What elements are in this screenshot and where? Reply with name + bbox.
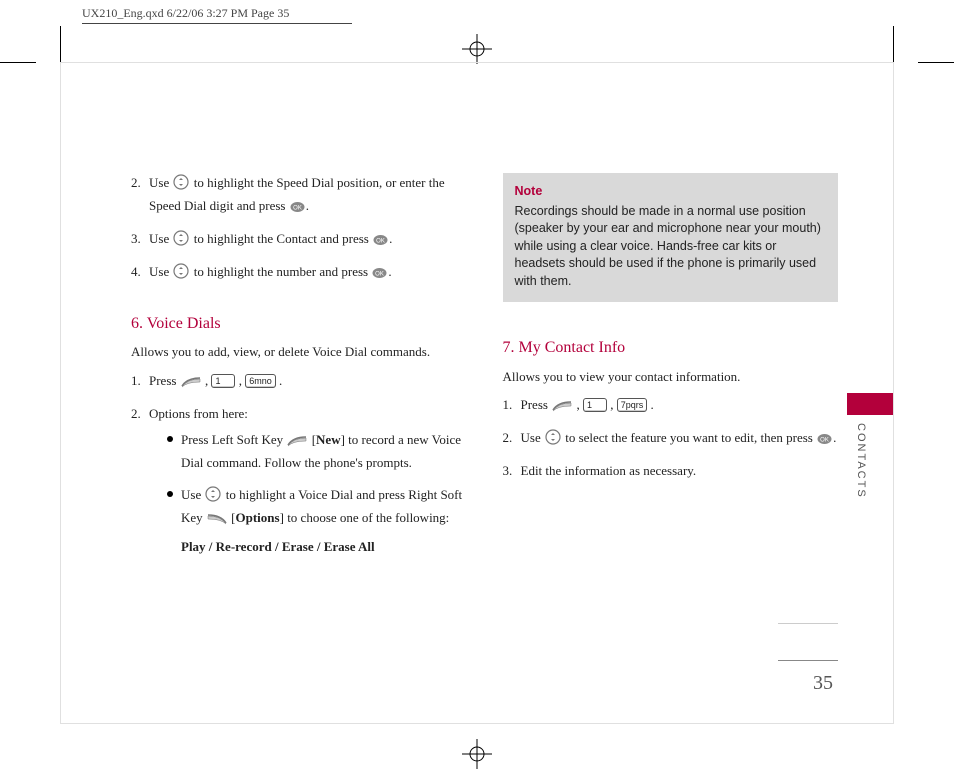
key-1-icon: 1 <box>583 398 607 412</box>
key-6-icon: 6mno <box>245 374 276 388</box>
nav-icon <box>205 486 221 508</box>
nav-icon <box>173 174 189 196</box>
vd-step-2: 2. Options from here: Press Left Soft Ke… <box>131 404 467 558</box>
heading-my-contact-info: 7. My Contact Info <box>503 336 839 361</box>
svg-text:OK: OK <box>376 272 385 278</box>
vd-option-options: Use to highlight a Voice Dial and press … <box>167 485 467 557</box>
key-1-icon: 1 <box>211 374 235 388</box>
left-column: 2. Use to highlight the Speed Dial posit… <box>131 173 467 569</box>
mc-step-3: 3. Edit the information as necessary. <box>503 461 839 481</box>
heading-voice-dials: 6. Voice Dials <box>131 312 467 337</box>
key-7-icon: 7pqrs <box>617 398 648 412</box>
vd-option-new: Press Left Soft Key [New] to record a ne… <box>167 430 467 473</box>
left-softkey-icon <box>287 433 307 453</box>
left-softkey-icon <box>552 398 572 418</box>
my-contact-steps: 1. Press , 1 , 7pqrs . 2. Use to select … <box>503 395 839 481</box>
vd-options-list: Play / Re-record / Erase / Erase All <box>181 537 467 557</box>
step-4: 4. Use to highlight the number and press… <box>131 262 467 285</box>
side-rule-icon <box>778 623 838 624</box>
continued-steps: 2. Use to highlight the Speed Dial posit… <box>131 173 467 286</box>
ok-icon: OK <box>817 431 832 451</box>
voice-dials-intro: Allows you to add, view, or delete Voice… <box>131 342 467 362</box>
left-softkey-icon <box>181 374 201 394</box>
ok-icon: OK <box>372 265 387 285</box>
voice-dials-steps: 1. Press , 1 , 6mno . 2. Options from he… <box>131 371 467 558</box>
page-number-rule-icon <box>778 660 838 661</box>
note-body: Recordings should be made in a normal us… <box>515 204 821 288</box>
nav-icon <box>173 263 189 285</box>
registration-mark-top-icon <box>462 34 492 64</box>
svg-text:OK: OK <box>820 438 829 444</box>
mc-step-2: 2. Use to select the feature you want to… <box>503 428 839 451</box>
section-tab <box>847 393 893 415</box>
note-box: Note Recordings should be made in a norm… <box>503 173 839 302</box>
mc-step-1: 1. Press , 1 , 7pqrs . <box>503 395 839 418</box>
note-title: Note <box>515 183 827 201</box>
page-number: 35 <box>813 672 833 695</box>
section-side-label: CONTACTS <box>855 423 867 499</box>
ok-icon: OK <box>373 232 388 252</box>
step-2: 2. Use to highlight the Speed Dial posit… <box>131 173 467 219</box>
print-slug: UX210_Eng.qxd 6/22/06 3:27 PM Page 35 <box>82 6 352 24</box>
right-softkey-icon <box>207 511 227 531</box>
vd-options: Press Left Soft Key [New] to record a ne… <box>149 430 467 558</box>
right-column: Note Recordings should be made in a norm… <box>503 173 839 569</box>
step-3: 3. Use to highlight the Contact and pres… <box>131 229 467 252</box>
nav-icon <box>173 230 189 252</box>
vd-step-1: 1. Press , 1 , 6mno . <box>131 371 467 394</box>
svg-text:OK: OK <box>293 206 302 212</box>
ok-icon: OK <box>290 199 305 219</box>
page-frame: 2. Use to highlight the Speed Dial posit… <box>60 62 894 724</box>
registration-mark-bottom-icon <box>462 739 492 769</box>
svg-text:OK: OK <box>376 239 385 245</box>
my-contact-intro: Allows you to view your contact informat… <box>503 367 839 387</box>
nav-icon <box>545 429 561 451</box>
